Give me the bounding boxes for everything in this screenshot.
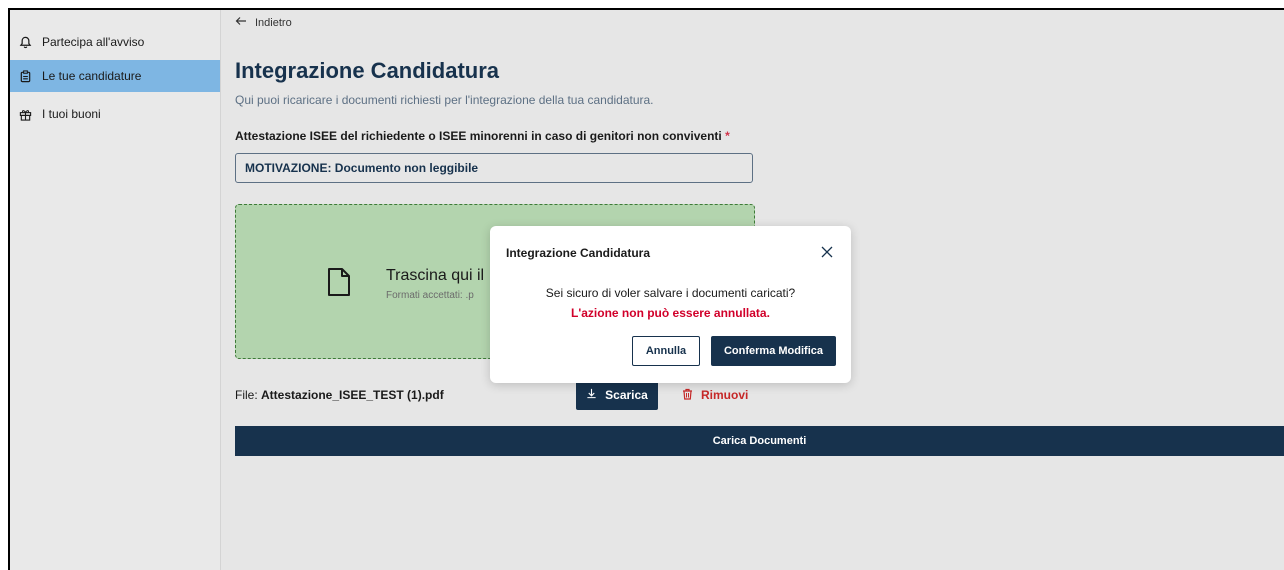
remove-button[interactable]: Rimuovi (676, 380, 754, 410)
upload-documents-button[interactable]: Carica Documenti (235, 426, 1284, 456)
dropzone-text: Trascina qui il (386, 267, 485, 284)
sidebar-item-label: Partecipa all'avviso (42, 35, 145, 49)
field-label: Attestazione ISEE del richiedente o ISEE… (235, 129, 730, 143)
confirm-button[interactable]: Conferma Modifica (711, 336, 836, 366)
sidebar-item-candidature[interactable]: Le tue candidature (10, 60, 220, 92)
trash-icon (682, 388, 693, 403)
bell-icon (18, 35, 32, 49)
sidebar-item-partecipa[interactable]: Partecipa all'avviso (10, 26, 220, 58)
download-button[interactable]: Scarica (576, 380, 658, 410)
page-subtitle: Qui puoi ricaricare i documenti richiest… (235, 93, 654, 107)
cancel-button[interactable]: Annulla (632, 336, 700, 366)
back-link-label: Indietro (255, 16, 292, 29)
close-icon[interactable] (819, 244, 835, 260)
dialog-question: Sei sicuro di voler salvare i documenti … (545, 286, 796, 300)
back-link[interactable]: Indietro (235, 16, 292, 29)
dropzone-formats: Formati accettati: .p (386, 290, 474, 301)
dialog-title: Integrazione Candidatura (506, 246, 651, 260)
download-icon (586, 388, 597, 402)
file-prefix: File: (235, 388, 258, 402)
required-mark: * (725, 129, 730, 143)
dialog-warning: L'azione non può essere annullata. (571, 306, 770, 320)
sidebar-item-label: Le tue candidature (42, 69, 142, 83)
sidebar-item-buoni[interactable]: I tuoi buoni (10, 98, 220, 130)
arrow-left-icon (235, 16, 247, 29)
uploaded-file-row: File: Attestazione_ISEE_TEST (1).pdf (235, 388, 444, 402)
clipboard-icon (18, 69, 32, 83)
sidebar-item-label: I tuoi buoni (42, 107, 101, 121)
file-icon (326, 267, 352, 302)
download-button-label: Scarica (605, 388, 648, 402)
page-title: Integrazione Candidatura (235, 58, 500, 83)
motivazione-box: MOTIVAZIONE: Documento non leggibile (235, 153, 753, 183)
sidebar: Partecipa all'avviso Le tue candidature … (10, 10, 221, 570)
gift-icon (18, 107, 32, 121)
field-label-text: Attestazione ISEE del richiedente o ISEE… (235, 129, 722, 143)
app-window: Partecipa all'avviso Le tue candidature … (8, 8, 1284, 570)
confirm-dialog: Integrazione Candidatura Sei sicuro di v… (490, 226, 851, 383)
file-name: Attestazione_ISEE_TEST (1).pdf (261, 388, 444, 402)
remove-button-label: Rimuovi (701, 388, 749, 402)
